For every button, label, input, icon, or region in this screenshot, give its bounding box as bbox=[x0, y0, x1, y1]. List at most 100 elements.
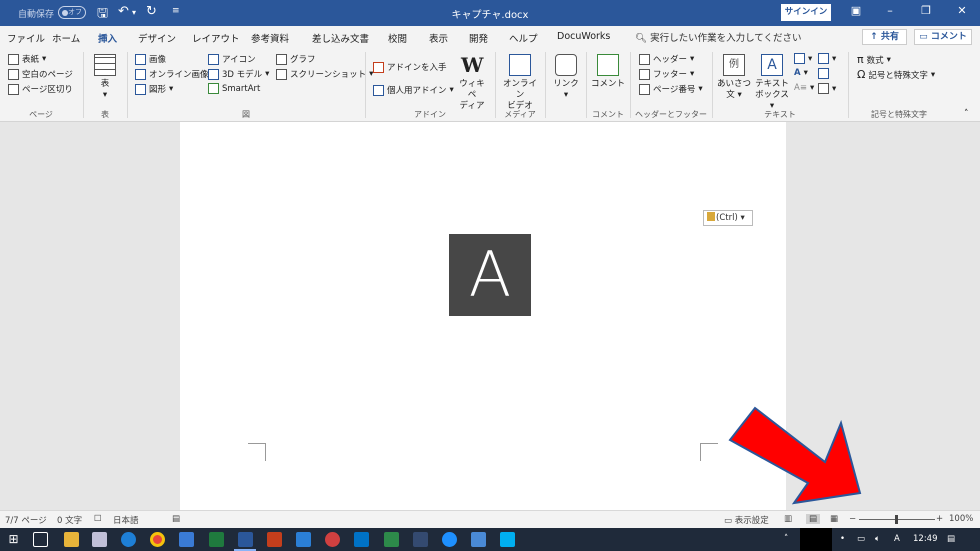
taskbar-app-icon[interactable] bbox=[179, 532, 194, 547]
ribbon-display-options-icon[interactable]: ▣ bbox=[846, 4, 866, 17]
notification-icon[interactable]: ▤ bbox=[947, 534, 955, 544]
autosave-toggle[interactable]: オフ bbox=[58, 6, 86, 19]
tab-references[interactable]: 参考資料 bbox=[251, 31, 289, 45]
tell-me-search[interactable]: 🔍︎ 実行したい作業を入力してください bbox=[635, 30, 802, 44]
redo-icon[interactable]: ↻ bbox=[146, 4, 157, 19]
smartart-button[interactable]: SmartArt bbox=[208, 83, 260, 94]
skype-icon[interactable] bbox=[500, 532, 515, 547]
zoom-out-icon[interactable]: − bbox=[849, 514, 856, 524]
footer-button[interactable]: フッター ▾ bbox=[639, 68, 694, 80]
paste-options-button[interactable]: (Ctrl) ▾ bbox=[703, 210, 753, 226]
signature-line-icon[interactable]: ▾ bbox=[818, 53, 836, 64]
minimize-icon[interactable]: – bbox=[880, 4, 900, 17]
excel-icon[interactable] bbox=[209, 532, 224, 547]
date-time-icon[interactable] bbox=[818, 68, 829, 79]
greeting-button[interactable]: 例 あいさつ文 ▾ bbox=[717, 54, 751, 101]
taskbar-app-icon[interactable] bbox=[442, 532, 457, 547]
file-explorer-icon[interactable] bbox=[64, 532, 79, 547]
taskbar-app-icon[interactable] bbox=[325, 532, 340, 547]
tab-developer[interactable]: 開発 bbox=[469, 31, 488, 45]
tab-docuworks[interactable]: DocuWorks bbox=[557, 31, 610, 42]
shapes-button[interactable]: 図形 ▾ bbox=[135, 83, 173, 95]
proofing-icon[interactable]: ☐ bbox=[94, 514, 102, 524]
web-layout-icon[interactable]: ▦ bbox=[830, 514, 838, 524]
text-box-button[interactable]: A テキスト ボックス ▾ bbox=[754, 54, 790, 112]
my-addins-button[interactable]: 個人用アドイン ▾ bbox=[373, 84, 454, 96]
clock[interactable]: 12:49 bbox=[913, 534, 938, 544]
header-button[interactable]: ヘッダー ▾ bbox=[639, 53, 694, 65]
screenshot-button[interactable]: スクリーンショット ▾ bbox=[276, 68, 373, 80]
undo-icon[interactable]: ↶ bbox=[118, 4, 129, 19]
edge-icon[interactable] bbox=[121, 532, 136, 547]
tab-mailings[interactable]: 差し込み文書 bbox=[312, 31, 369, 45]
zoom-level[interactable]: 100% bbox=[949, 514, 973, 524]
pictures-button[interactable]: 画像 bbox=[135, 53, 166, 65]
chrome-icon[interactable] bbox=[150, 532, 165, 547]
language[interactable]: 日本語 bbox=[113, 514, 139, 526]
tray-icon[interactable]: • bbox=[840, 534, 845, 544]
symbol-button[interactable]: Ω 記号と特殊文字 ▾ bbox=[857, 68, 935, 81]
pasted-image[interactable]: A bbox=[449, 234, 531, 316]
page-count[interactable]: 7/7 ページ bbox=[5, 514, 47, 526]
customize-toolbar-icon[interactable]: ≡ bbox=[172, 6, 180, 16]
redacted-area bbox=[800, 528, 832, 551]
page-number-button[interactable]: ページ番号 ▾ bbox=[639, 83, 703, 95]
word-count[interactable]: 0 文字 bbox=[57, 514, 82, 526]
equation-button[interactable]: π 数式 ▾ bbox=[857, 53, 891, 66]
comment-button[interactable]: ▭ コメント bbox=[914, 29, 972, 45]
undo-dropdown-icon[interactable]: ▾ bbox=[132, 8, 136, 17]
print-layout-icon[interactable]: ▤ bbox=[806, 514, 821, 524]
tab-file[interactable]: ファイル bbox=[7, 31, 45, 45]
tab-help[interactable]: ヘルプ bbox=[509, 31, 538, 45]
read-mode-icon[interactable]: ▥ bbox=[784, 514, 792, 524]
taskbar-app-icon[interactable] bbox=[296, 532, 311, 547]
display-settings-button[interactable]: ▭ 表示設定 bbox=[724, 514, 769, 526]
powerpoint-icon[interactable] bbox=[267, 532, 282, 547]
blank-page-button[interactable]: 空白のページ bbox=[8, 68, 73, 80]
restore-icon[interactable]: ❐ bbox=[916, 4, 936, 17]
word-icon[interactable] bbox=[238, 532, 253, 547]
ime-mode[interactable]: A bbox=[894, 534, 900, 544]
zoom-in-icon[interactable]: + bbox=[936, 514, 943, 524]
tab-insert[interactable]: 挿入 bbox=[98, 31, 118, 50]
macro-recording-icon[interactable]: ▤ bbox=[172, 514, 180, 524]
tab-review[interactable]: 校閲 bbox=[388, 31, 407, 45]
show-hidden-icons-icon[interactable]: ˄ bbox=[784, 534, 788, 544]
share-button[interactable]: ↑ 共有 bbox=[862, 29, 907, 45]
object-icon[interactable]: ▾ bbox=[818, 83, 836, 94]
online-pictures-button[interactable]: オンライン画像 bbox=[135, 68, 209, 80]
tab-home[interactable]: ホーム bbox=[52, 31, 80, 45]
task-view-icon[interactable] bbox=[33, 532, 48, 547]
page-break-button[interactable]: ページ区切り bbox=[8, 83, 73, 95]
document-page[interactable]: (Ctrl) ▾ A bbox=[180, 122, 786, 510]
collapse-ribbon-icon[interactable]: ˄ bbox=[964, 109, 969, 119]
start-icon[interactable]: ⊞ bbox=[6, 532, 21, 547]
cover-page-button[interactable]: 表紙 ▾ bbox=[8, 53, 46, 65]
signin-button[interactable]: サインイン bbox=[781, 4, 831, 21]
taskbar-app-icon[interactable] bbox=[471, 532, 486, 547]
chart-button[interactable]: グラフ bbox=[276, 53, 316, 65]
new-comment-button[interactable]: コメント bbox=[591, 54, 625, 90]
zoom-slider-thumb[interactable] bbox=[895, 515, 898, 524]
volume-icon[interactable]: 🔈︎ bbox=[875, 534, 880, 544]
tab-view[interactable]: 表示 bbox=[429, 31, 448, 45]
tab-layout[interactable]: レイアウト bbox=[192, 31, 240, 45]
taskbar-app-icon[interactable] bbox=[92, 532, 107, 547]
online-video-button[interactable]: オンライン ビデオ bbox=[501, 54, 539, 112]
3d-models-button[interactable]: 3D モデル ▾ bbox=[208, 68, 269, 80]
icons-button[interactable]: アイコン bbox=[208, 53, 256, 65]
quick-parts-icon[interactable]: ▾ bbox=[794, 53, 812, 64]
wikipedia-button[interactable]: W ウィキペ ディア bbox=[456, 54, 488, 112]
tab-design[interactable]: デザイン bbox=[138, 31, 176, 45]
link-button[interactable]: リンク ▾ bbox=[551, 54, 581, 101]
taskbar-app-icon[interactable] bbox=[384, 532, 399, 547]
save-icon[interactable]: 🖫 bbox=[97, 4, 108, 26]
wordart-icon[interactable]: A ▾ bbox=[794, 68, 808, 78]
drop-cap-icon[interactable]: A≡ ▾ bbox=[794, 83, 814, 93]
network-icon[interactable]: ▭ bbox=[857, 534, 865, 544]
outlook-icon[interactable] bbox=[354, 532, 369, 547]
get-addins-button[interactable]: アドインを入手 bbox=[373, 61, 447, 73]
taskbar-app-icon[interactable] bbox=[413, 532, 428, 547]
close-icon[interactable]: ✕ bbox=[952, 4, 972, 17]
table-button[interactable]: 表 ▾ bbox=[91, 54, 119, 101]
